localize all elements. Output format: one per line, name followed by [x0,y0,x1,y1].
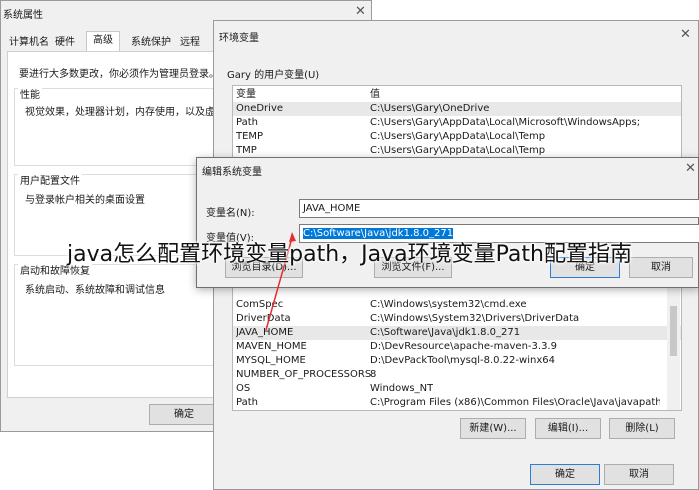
overlay-caption: java怎么配置环境变量path，Java环境变量Path配置指南 [67,242,632,267]
